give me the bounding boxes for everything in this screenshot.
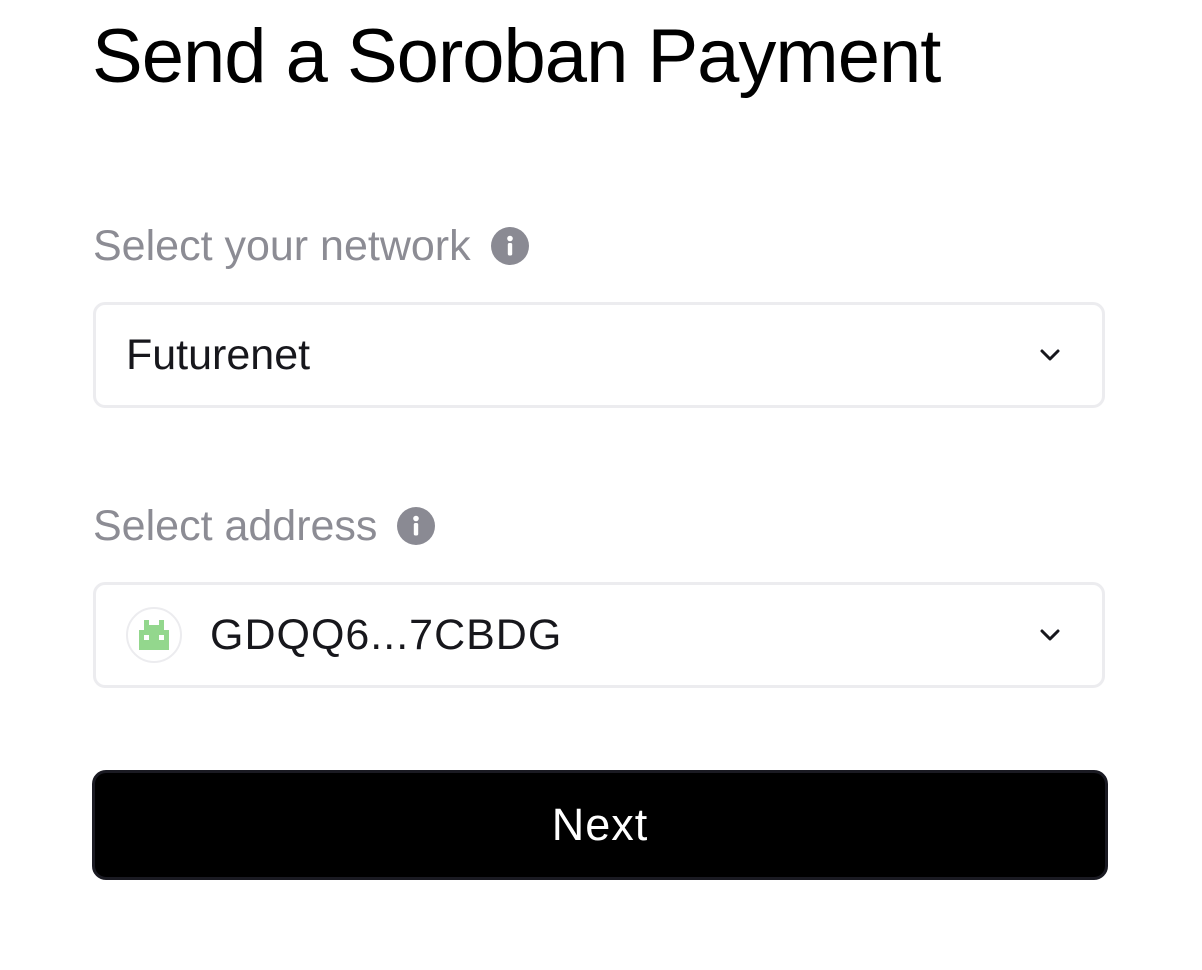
next-button[interactable]: Next <box>92 770 1108 880</box>
info-icon[interactable] <box>397 507 436 545</box>
network-selected-value: Futurenet <box>126 330 311 379</box>
chevron-down-icon <box>1040 629 1060 641</box>
chevron-down-icon <box>1040 349 1060 361</box>
page-title: Send a Soroban Payment <box>92 14 941 99</box>
address-select[interactable]: GDQQ6...7CBDG <box>93 582 1105 688</box>
address-label: Select address <box>93 502 378 550</box>
address-selected-value: GDQQ6...7CBDG <box>210 610 563 659</box>
network-label-row: Select your network <box>93 221 529 271</box>
identicon-avatar-icon <box>126 607 182 663</box>
address-label-row: Select address <box>93 501 436 551</box>
network-label: Select your network <box>93 222 471 270</box>
network-select[interactable]: Futurenet <box>93 302 1105 408</box>
info-icon[interactable] <box>490 227 529 265</box>
